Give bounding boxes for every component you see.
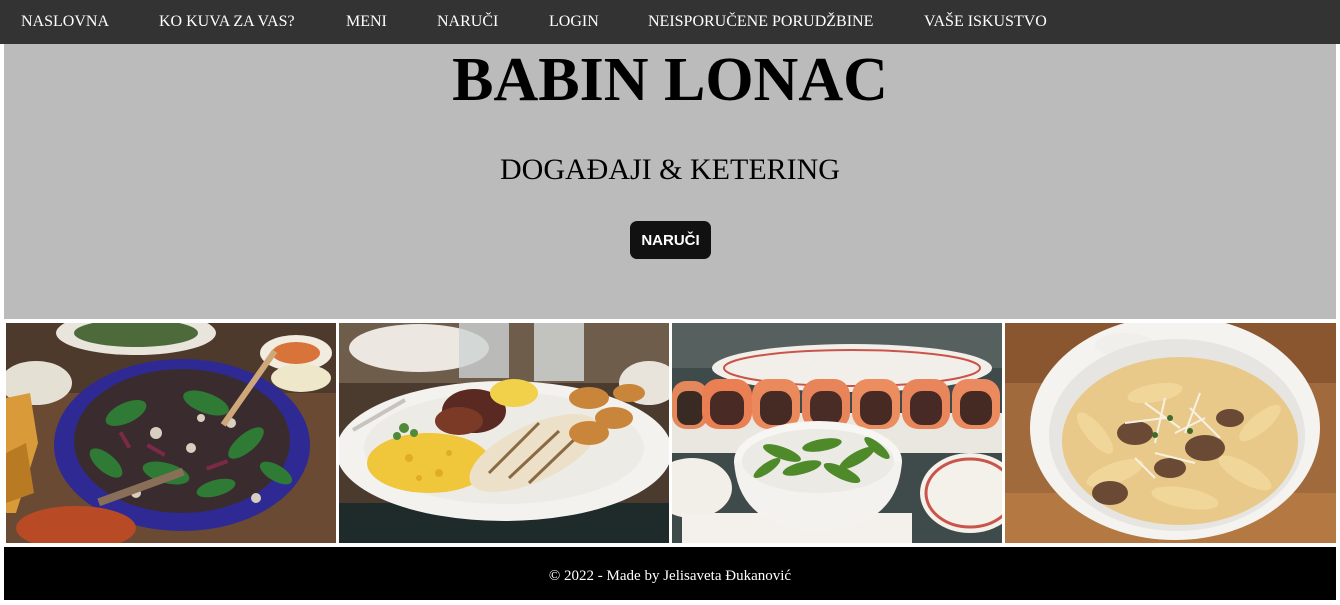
food-gallery xyxy=(4,322,1336,544)
site-footer: © 2022 - Made by Jelisaveta Đukanović xyxy=(4,547,1336,600)
nav-link-meni[interactable]: MENI xyxy=(346,0,387,44)
nav-link-neisporucene-porudzbine[interactable]: NEISPORUČENE PORUDŽBINE xyxy=(648,0,873,44)
nav-link-login[interactable]: LOGIN xyxy=(549,0,599,44)
salad-bowl-image xyxy=(6,323,336,543)
footer-copyright: © 2022 - Made by Jelisaveta Đukanović xyxy=(548,568,792,584)
site-subtitle: DOGAĐAJI & KETERING xyxy=(500,153,840,186)
top-navbar: NASLOVNA KO KUVA ZA VAS? MENI NARUČI LOG… xyxy=(0,0,1340,44)
hero-section: BABIN LONAC DOGAĐAJI & KETERING NARUČI xyxy=(4,44,1336,319)
nav-link-naruci[interactable]: NARUČI xyxy=(437,0,498,44)
nav-link-naslovna[interactable]: NASLOVNA xyxy=(21,0,109,44)
nav-link-ko-kuva[interactable]: KO KUVA ZA VAS? xyxy=(159,0,295,44)
nav-link-vase-iskustvo[interactable]: VAŠE ISKUSTVO xyxy=(924,0,1047,44)
order-button[interactable]: NARUČI xyxy=(630,221,711,259)
pasta-bowl-image xyxy=(1005,323,1336,543)
site-title: BABIN LONAC xyxy=(452,46,888,114)
grilled-squid-plate-image xyxy=(339,323,669,543)
sushi-edamame-image xyxy=(672,323,1002,543)
